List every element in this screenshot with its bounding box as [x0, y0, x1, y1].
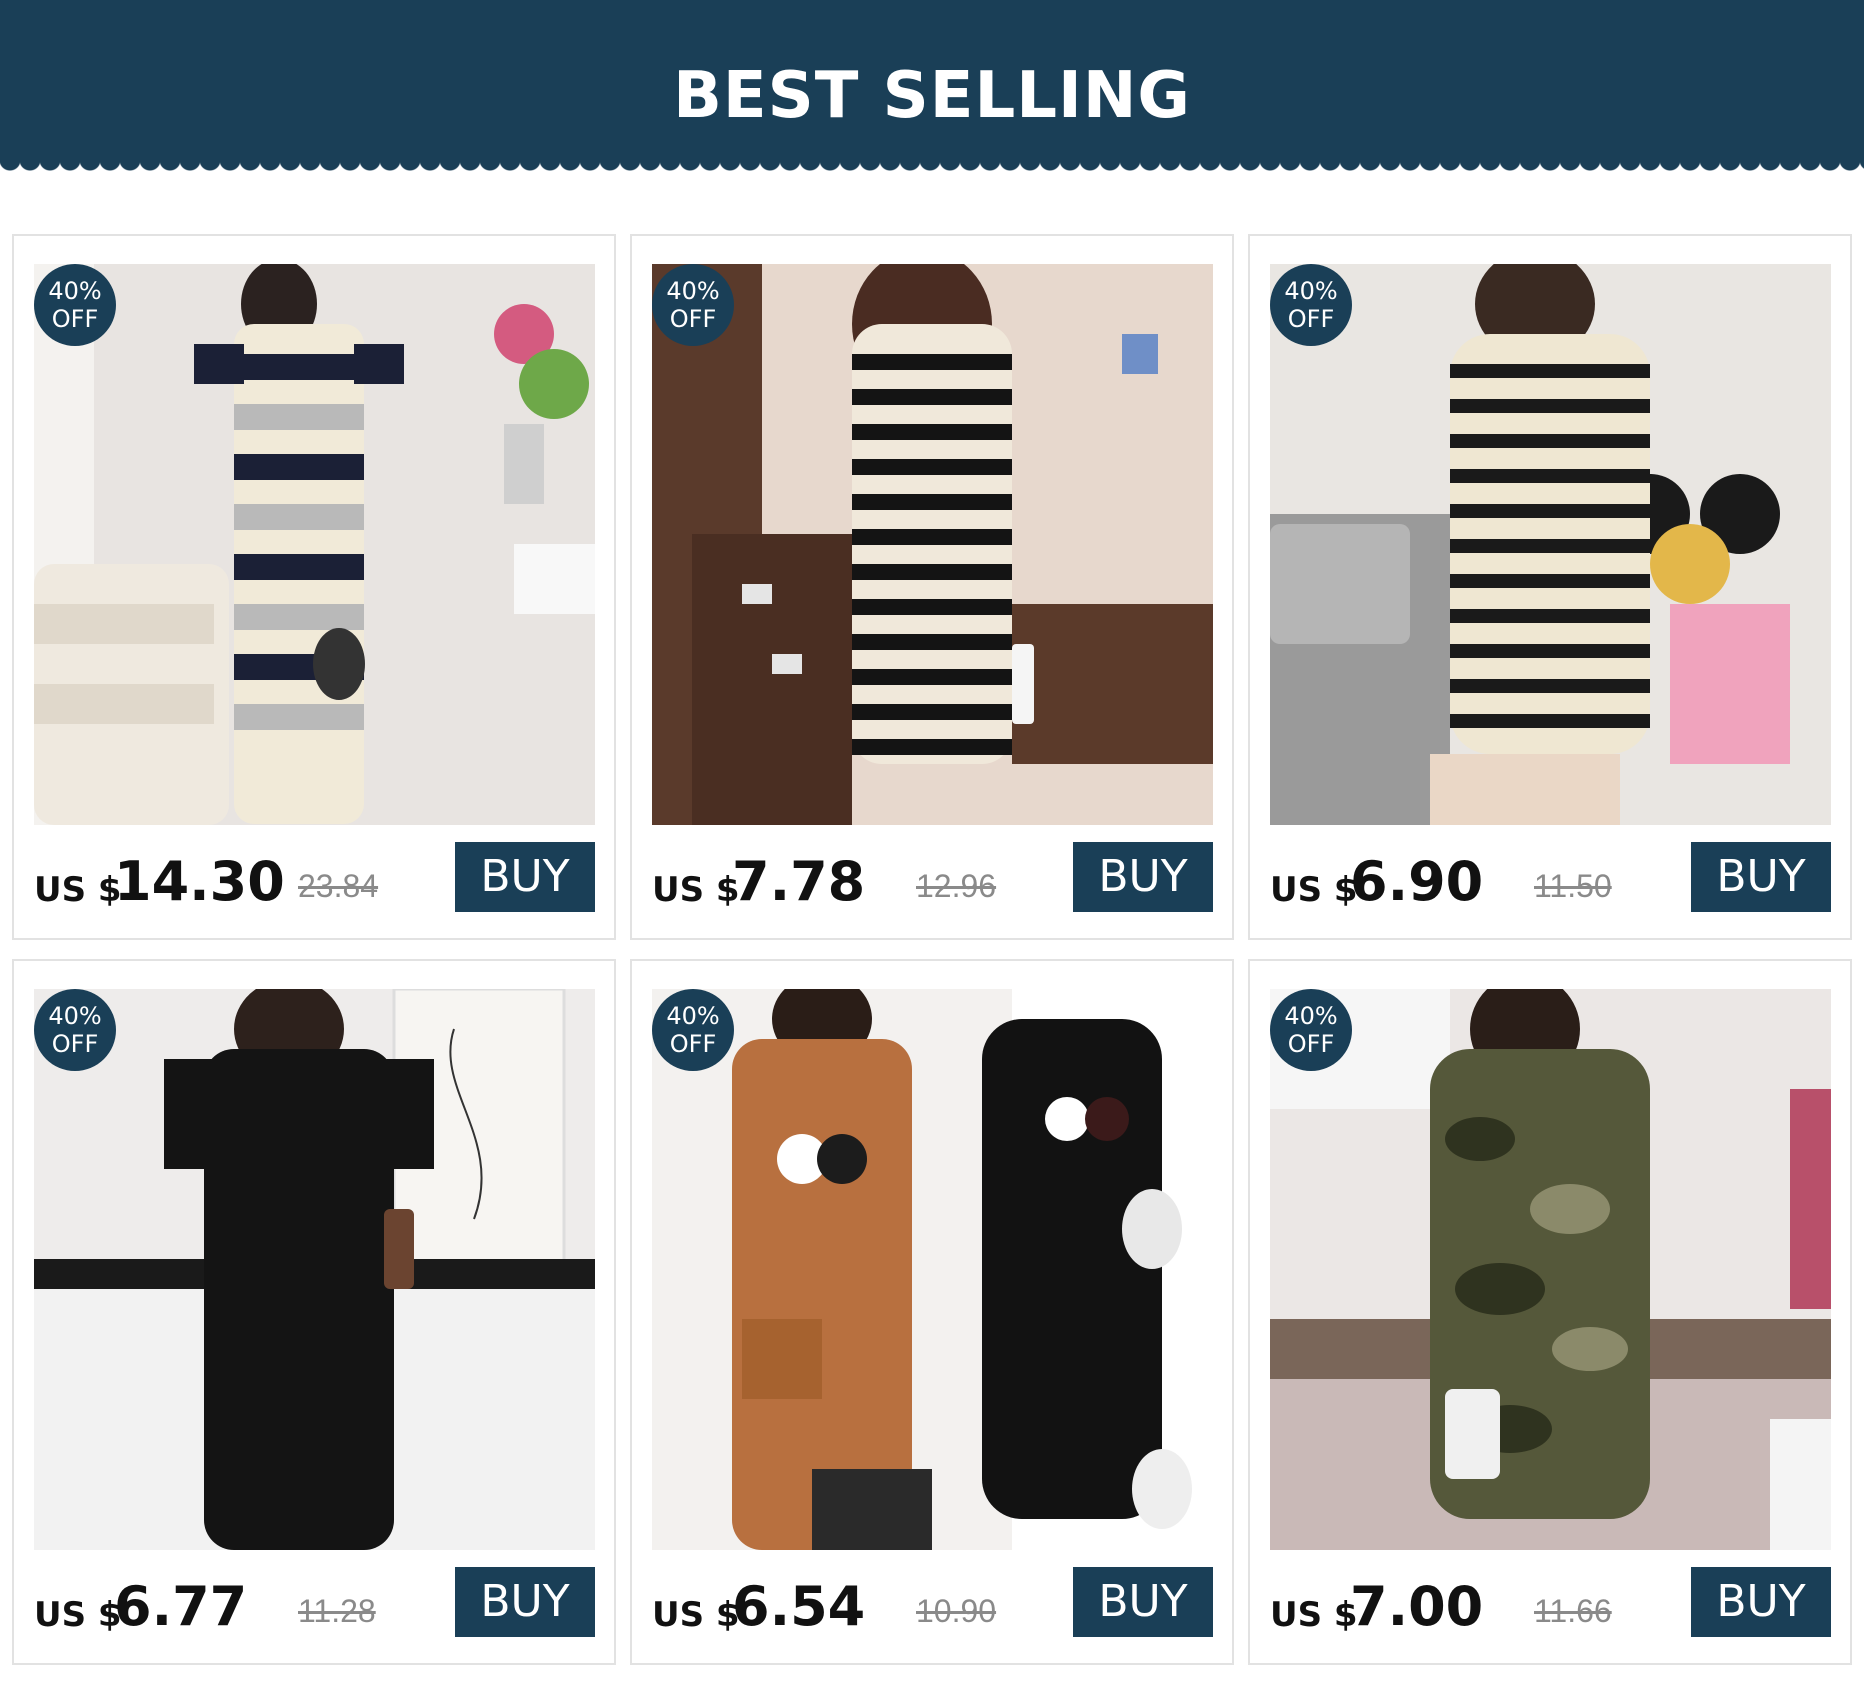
buy-button[interactable]: BUY	[1073, 842, 1213, 912]
price-row: US $ 6.77 11.28 BUY	[34, 1567, 595, 1639]
product-image[interactable]	[652, 989, 1213, 1550]
product-image[interactable]	[34, 989, 595, 1550]
sale-price: 14.30	[114, 850, 285, 913]
product-card[interactable]: 40% OFF US $ 7.78 12.96 BUY	[630, 234, 1234, 940]
discount-badge: 40% OFF	[34, 989, 116, 1071]
discount-badge: 40% OFF	[1270, 989, 1352, 1071]
product-card[interactable]: 40% OFF US $ 14.30 23.84 BUY	[12, 234, 616, 940]
discount-percent: 40%	[1284, 1002, 1338, 1030]
best-selling-banner: BEST SELLING	[0, 0, 1864, 162]
product-image[interactable]	[34, 264, 595, 825]
discount-badge: 40% OFF	[652, 989, 734, 1071]
original-price: 23.84	[298, 868, 379, 904]
buy-button[interactable]: BUY	[1073, 1567, 1213, 1637]
product-card[interactable]: 40% OFF US $ 6.77 11.28 BUY	[12, 959, 616, 1665]
product-card[interactable]: 40% OFF US $ 6.54 10.90 BUY	[630, 959, 1234, 1665]
currency-label: US $	[34, 870, 122, 910]
currency-label: US $	[652, 870, 740, 910]
price-row: US $ 7.78 12.96 BUY	[652, 842, 1213, 914]
discount-off-label: OFF	[669, 305, 717, 333]
currency-label: US $	[1270, 1595, 1358, 1635]
discount-percent: 40%	[1284, 277, 1338, 305]
buy-button[interactable]: BUY	[455, 842, 595, 912]
discount-off-label: OFF	[669, 1030, 717, 1058]
discount-percent: 40%	[48, 277, 102, 305]
buy-button[interactable]: BUY	[455, 1567, 595, 1637]
product-image[interactable]	[1270, 989, 1831, 1550]
price-row: US $ 6.54 10.90 BUY	[652, 1567, 1213, 1639]
currency-label: US $	[652, 1595, 740, 1635]
product-card[interactable]: 40% OFF US $ 6.90 11.50 BUY	[1248, 234, 1852, 940]
product-image[interactable]	[1270, 264, 1831, 825]
banner-scalloped-edge	[0, 160, 1864, 176]
original-price: 12.96	[916, 868, 997, 904]
discount-off-label: OFF	[51, 1030, 99, 1058]
currency-label: US $	[34, 1595, 122, 1635]
original-price: 11.50	[1534, 868, 1612, 904]
sale-price: 6.90	[1350, 850, 1484, 913]
banner-title: BEST SELLING	[673, 59, 1191, 133]
currency-label: US $	[1270, 870, 1358, 910]
original-price: 11.66	[1534, 1593, 1612, 1629]
price-row: US $ 7.00 11.66 BUY	[1270, 1567, 1831, 1639]
discount-percent: 40%	[48, 1002, 102, 1030]
sale-price: 7.00	[1350, 1575, 1484, 1638]
original-price: 11.28	[298, 1593, 376, 1629]
sale-price: 6.77	[114, 1575, 248, 1638]
price-row: US $ 14.30 23.84 BUY	[34, 842, 595, 914]
discount-percent: 40%	[666, 277, 720, 305]
price-row: US $ 6.90 11.50 BUY	[1270, 842, 1831, 914]
discount-badge: 40% OFF	[652, 264, 734, 346]
sale-price: 6.54	[732, 1575, 866, 1638]
sale-price: 7.78	[732, 850, 866, 913]
product-image[interactable]	[652, 264, 1213, 825]
buy-button[interactable]: BUY	[1691, 1567, 1831, 1637]
discount-badge: 40% OFF	[1270, 264, 1352, 346]
product-card[interactable]: 40% OFF US $ 7.00 11.66 BUY	[1248, 959, 1852, 1665]
discount-off-label: OFF	[1287, 305, 1335, 333]
discount-off-label: OFF	[51, 305, 99, 333]
discount-percent: 40%	[666, 1002, 720, 1030]
discount-badge: 40% OFF	[34, 264, 116, 346]
original-price: 10.90	[916, 1593, 997, 1629]
discount-off-label: OFF	[1287, 1030, 1335, 1058]
buy-button[interactable]: BUY	[1691, 842, 1831, 912]
